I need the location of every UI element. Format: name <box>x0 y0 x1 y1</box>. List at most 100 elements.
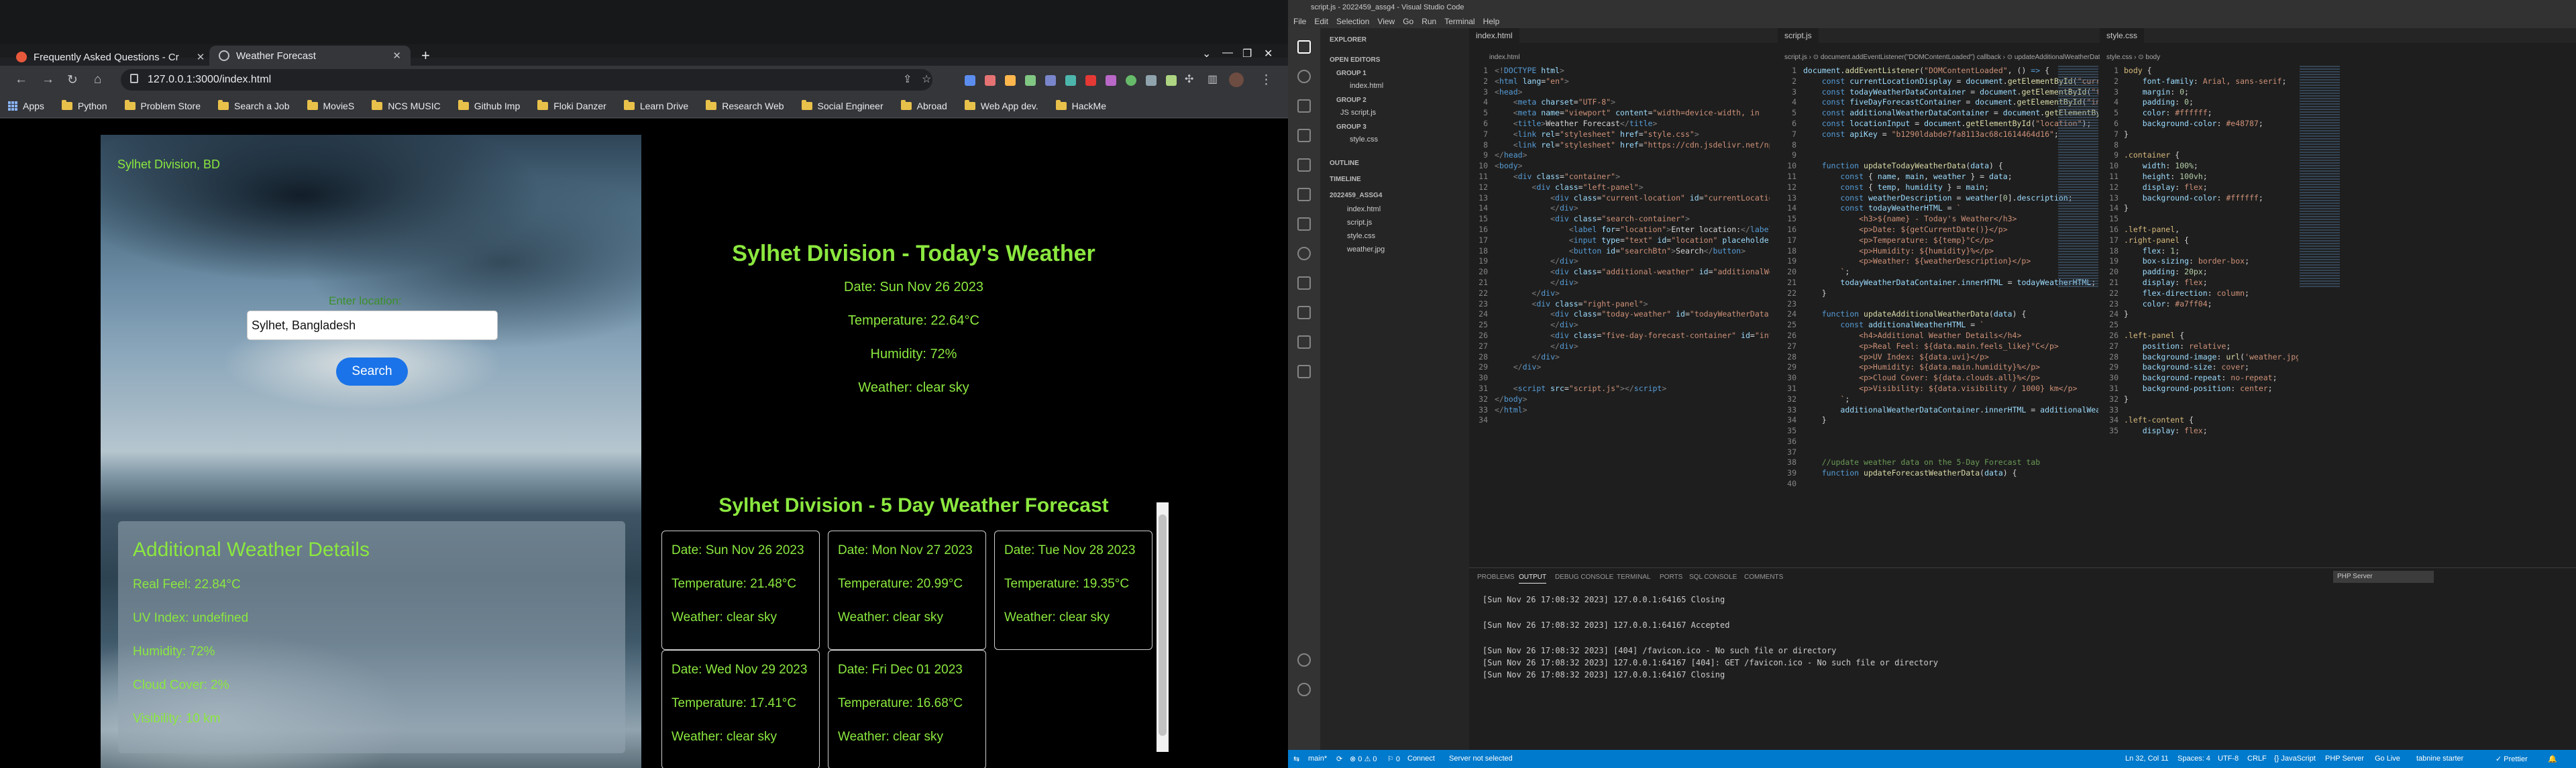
extension-icon[interactable] <box>1106 75 1116 86</box>
file-item[interactable]: weather.jpg <box>1347 245 1385 254</box>
problems-indicator[interactable]: ⊗ 0 ⚠ 0 <box>1350 755 1377 763</box>
sync-icon[interactable]: ⟳ <box>1336 755 1342 763</box>
output-channel-select[interactable]: PHP Server <box>2333 571 2434 583</box>
bookmark-movies[interactable]: MovieS <box>307 99 354 111</box>
breadcrumb[interactable]: style.css › ⊙ body <box>2106 54 2160 61</box>
restore-icon[interactable]: ❐ <box>1242 47 1252 60</box>
stack-icon[interactable] <box>1297 365 1311 378</box>
panel-tab-output[interactable]: OUTPUT <box>1519 573 1547 584</box>
database-icon[interactable] <box>1297 335 1311 349</box>
panel-tab-terminal[interactable]: TERMINAL <box>1617 573 1651 581</box>
open-file-item[interactable]: JS script.js <box>1340 109 1376 117</box>
bookmark-problem-store[interactable]: Problem Store <box>124 99 201 111</box>
server-status[interactable]: Server not selected <box>1449 755 1513 763</box>
source-control-icon[interactable] <box>1297 99 1311 113</box>
minimize-icon[interactable]: — <box>1222 47 1233 59</box>
outline-header[interactable]: OUTLINE <box>1330 160 1359 167</box>
menu-view[interactable]: View <box>1377 17 1395 26</box>
explorer-icon[interactable] <box>1297 40 1311 54</box>
extension-icon[interactable] <box>1005 75 1016 86</box>
bookmark-floki-danzer[interactable]: Floki Danzer <box>537 99 606 111</box>
code-script-js[interactable]: document.addEventListener("DOMContentLoa… <box>1803 66 2098 479</box>
sidebar-icon[interactable]: ▥ <box>1208 72 1218 86</box>
search-button[interactable]: Search <box>336 358 408 386</box>
prettier-status[interactable]: ✓ Prettier <box>2496 755 2528 763</box>
tabnine-status[interactable]: tabnine starter <box>2416 755 2463 763</box>
new-tab-icon[interactable]: + <box>421 47 430 64</box>
menu-icon[interactable]: ⋮ <box>1260 72 1273 88</box>
cursor-position[interactable]: Ln 32, Col 11 <box>2125 755 2169 763</box>
notifications-icon[interactable]: 🔔 <box>2548 755 2557 763</box>
forward-arrow-icon[interactable]: → <box>42 72 54 87</box>
bookmark-social-engineer[interactable]: Social Engineer <box>801 99 883 111</box>
open-file-item[interactable]: index.html <box>1350 82 1383 90</box>
back-arrow-icon[interactable]: ← <box>15 72 28 87</box>
close-icon[interactable]: ✕ <box>392 50 401 62</box>
menu-edit[interactable]: Edit <box>1314 17 1328 26</box>
panel-tab-ports[interactable]: PORTS <box>1660 573 1682 581</box>
live-share-icon[interactable] <box>1297 306 1311 319</box>
extension-icon[interactable] <box>1085 75 1096 86</box>
panel-tab-comments[interactable]: COMMENTS <box>1744 573 1783 581</box>
menu-go[interactable]: Go <box>1403 17 1413 26</box>
minimap[interactable] <box>2300 66 2340 287</box>
extension-icon[interactable] <box>1126 75 1136 86</box>
puzzle-icon[interactable]: ✣ <box>1185 72 1193 86</box>
remote-icon[interactable]: ⇆ <box>1293 755 1299 763</box>
editor-tab-style-css[interactable]: style.css <box>2100 28 2145 43</box>
extension-icon[interactable] <box>1146 75 1157 86</box>
gear-icon[interactable] <box>1297 683 1311 696</box>
menu-file[interactable]: File <box>1293 17 1306 26</box>
extension-icon[interactable] <box>965 75 975 86</box>
bookmark-apps[interactable]: Apps <box>8 101 44 111</box>
indentation[interactable]: Spaces: 4 <box>2178 755 2210 763</box>
encoding[interactable]: UTF-8 <box>2218 755 2239 763</box>
bookmark-abroad[interactable]: Abroad <box>900 99 947 111</box>
bookmark-ncs-music[interactable]: NCS MUSIC <box>372 99 441 111</box>
panel-tab-problems[interactable]: PROBLEMS <box>1477 573 1515 581</box>
menu-selection[interactable]: Selection <box>1336 17 1369 26</box>
menu-terminal[interactable]: Terminal <box>1444 17 1474 26</box>
project-folder[interactable]: 2022459_ASSG4 <box>1330 192 1382 199</box>
go-live-button[interactable]: Go Live <box>2375 755 2400 763</box>
line-ending[interactable]: CRLF <box>2247 755 2267 763</box>
search-icon[interactable] <box>1297 70 1311 83</box>
extension-icon[interactable] <box>985 75 996 86</box>
scrollbar-thumb[interactable] <box>1159 514 1167 736</box>
php-server-status[interactable]: PHP Server <box>2325 755 2364 763</box>
breadcrumb[interactable]: index.html <box>1489 54 1520 61</box>
panel-tab-sql-console[interactable]: SQL CONSOLE <box>1689 573 1737 581</box>
bookmark-github-imp[interactable]: Github Imp <box>458 99 520 111</box>
bookmark-hackme[interactable]: HackMe <box>1055 99 1106 111</box>
language-mode[interactable]: {} JavaScript <box>2274 755 2316 763</box>
docker-icon[interactable] <box>1297 276 1311 290</box>
run-debug-icon[interactable] <box>1297 129 1311 142</box>
close-icon[interactable]: ✕ <box>197 51 205 63</box>
minimap[interactable] <box>2058 66 2098 287</box>
extension-icon[interactable] <box>1065 75 1076 86</box>
remote-explorer-icon[interactable] <box>1297 217 1311 231</box>
tab-weather-forecast[interactable]: Weather Forecast ✕ <box>209 46 411 66</box>
code-style-css[interactable]: body { font-family: Arial, sans-serif; m… <box>2124 66 2298 437</box>
star-icon[interactable]: ☆ <box>922 72 931 86</box>
reload-icon[interactable]: ↻ <box>67 72 78 88</box>
timeline-header[interactable]: TIMELINE <box>1330 176 1361 183</box>
editor-tab-script-js[interactable]: script.js <box>1778 28 1819 43</box>
open-editors-header[interactable]: OPEN EDITORS <box>1330 56 1380 64</box>
tab-faq[interactable]: Frequently Asked Questions - Cr ✕ <box>7 48 214 66</box>
extension-icon[interactable] <box>1045 75 1056 86</box>
panel-tab-debug-console[interactable]: DEBUG CONSOLE <box>1555 573 1613 581</box>
testing-icon[interactable] <box>1297 188 1311 201</box>
open-file-item[interactable]: style.css <box>1350 135 1378 144</box>
bookmark-search-a-job[interactable]: Search a Job <box>218 99 290 111</box>
bookmark-research-web[interactable]: Research Web <box>706 99 784 111</box>
file-item[interactable]: style.css <box>1347 232 1375 240</box>
address-bar[interactable]: 127.0.0.1:3000/index.html <box>121 69 932 91</box>
bookmark-web-app-dev[interactable]: Web App dev. <box>964 99 1038 111</box>
accounts-icon[interactable] <box>1297 653 1311 667</box>
chevron-down-icon[interactable]: ⌄ <box>1202 47 1211 60</box>
extensions-icon[interactable] <box>1297 158 1311 172</box>
file-item[interactable]: index.html <box>1347 205 1381 213</box>
site-info-icon[interactable] <box>130 74 138 83</box>
home-icon[interactable]: ⌂ <box>94 72 101 87</box>
